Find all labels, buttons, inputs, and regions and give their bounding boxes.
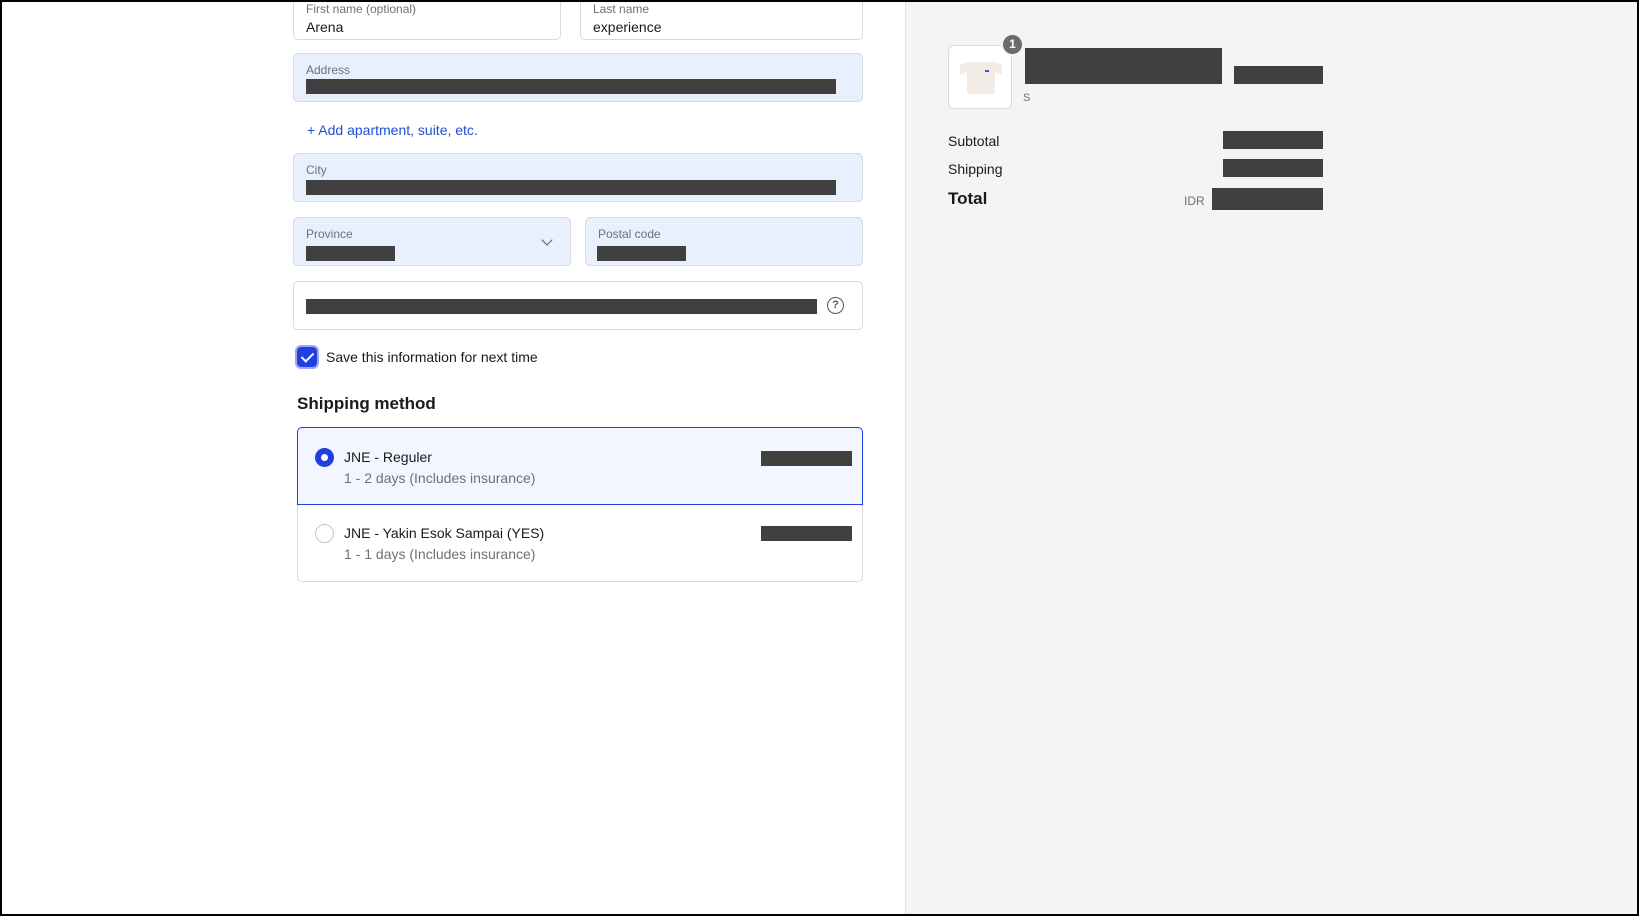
shipping-option-reguler[interactable]: JNE - Reguler 1 - 2 days (Includes insur… <box>297 427 863 505</box>
province-value-redacted <box>306 246 395 261</box>
subtotal-label: Subtotal <box>948 133 1000 149</box>
postal-code-value-redacted <box>597 246 686 261</box>
shipping-option-yes[interactable]: JNE - Yakin Esok Sampai (YES) 1 - 1 days… <box>297 504 863 582</box>
shipping-option-name: JNE - Yakin Esok Sampai (YES) <box>344 525 545 541</box>
shipping-label: Shipping <box>948 161 1003 177</box>
product-name-redacted <box>1025 48 1222 84</box>
postal-code-field[interactable]: Postal code <box>585 217 863 266</box>
radio-selected[interactable] <box>315 448 334 467</box>
first-name-label: First name (optional) <box>306 2 417 16</box>
province-label: Province <box>306 227 353 241</box>
total-value-redacted <box>1212 188 1323 210</box>
first-name-field[interactable]: First name (optional) Arena <box>293 2 561 40</box>
checkout-form: First name (optional) Arena Last name ex… <box>2 2 905 914</box>
save-info-label: Save this information for next time <box>326 349 538 365</box>
shipping-price-redacted <box>761 526 852 541</box>
order-summary: 1 S Subtotal Shipping Total IDR <box>906 2 1637 914</box>
product-variant: S <box>1023 92 1031 104</box>
shipping-price-redacted <box>761 451 852 466</box>
last-name-field[interactable]: Last name experience <box>580 2 863 40</box>
radio-unselected[interactable] <box>315 524 334 543</box>
subtotal-value-redacted <box>1223 131 1323 149</box>
city-value-redacted <box>306 180 836 195</box>
phone-value-redacted <box>306 299 817 314</box>
currency-code: IDR <box>1184 194 1205 208</box>
checkout-page: First name (optional) Arena Last name ex… <box>2 2 1637 914</box>
tshirt-logo <box>985 70 989 72</box>
quantity-badge: 1 <box>1001 33 1024 56</box>
shipping-options: JNE - Reguler 1 - 2 days (Includes insur… <box>297 427 863 582</box>
product-thumbnail <box>948 45 1012 109</box>
save-info-checkbox[interactable] <box>295 345 319 369</box>
province-select[interactable]: Province <box>293 217 571 266</box>
city-label: City <box>306 163 327 177</box>
first-name-value: Arena <box>306 19 344 35</box>
last-name-value: experience <box>593 19 662 35</box>
total-label: Total <box>948 189 988 208</box>
help-icon[interactable]: ? <box>827 297 844 314</box>
shipping-method-title: Shipping method <box>297 394 436 413</box>
address-label: Address <box>306 63 351 77</box>
tshirt-icon <box>967 62 995 94</box>
add-apartment-link[interactable]: + Add apartment, suite, etc. <box>307 122 478 138</box>
city-field[interactable]: City <box>293 153 863 202</box>
shipping-option-name: JNE - Reguler <box>344 449 432 465</box>
address-field[interactable]: Address <box>293 53 863 102</box>
address-value-redacted <box>306 79 836 94</box>
phone-field[interactable]: ? <box>293 281 863 330</box>
product-price-redacted <box>1234 66 1323 84</box>
last-name-label: Last name <box>593 2 650 16</box>
shipping-option-detail: 1 - 1 days (Includes insurance) <box>344 546 536 562</box>
shipping-value-redacted <box>1223 159 1323 177</box>
shipping-option-detail: 1 - 2 days (Includes insurance) <box>344 470 536 486</box>
postal-code-label: Postal code <box>598 227 661 241</box>
chevron-down-icon <box>541 234 553 246</box>
